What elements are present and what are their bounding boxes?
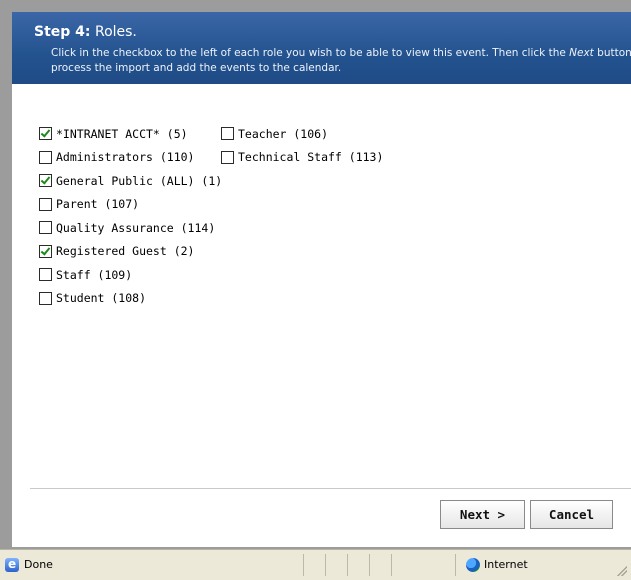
role-label: Student (108) (56, 291, 147, 306)
role-checkbox[interactable] (39, 150, 52, 164)
role-option[interactable]: Technical Staff (113) (221, 146, 383, 170)
role-checkbox[interactable] (39, 221, 52, 235)
role-label: Administrators (110) (56, 150, 195, 165)
step-description-text: Click in the checkbox to the left of eac… (51, 47, 570, 59)
role-option[interactable]: Parent (107) (39, 193, 222, 217)
role-label: Registered Guest (2) (56, 244, 195, 259)
role-checkbox[interactable] (39, 268, 52, 282)
role-checkbox[interactable] (39, 127, 52, 141)
step-name: Roles. (94, 24, 137, 40)
status-separator (391, 554, 392, 576)
status-separator (325, 554, 326, 576)
step-description: Click in the checkbox to the left of eac… (51, 46, 631, 76)
role-option[interactable]: *INTRANET ACCT* (5) (39, 122, 222, 146)
role-label: Parent (107) (56, 197, 140, 212)
role-checkbox[interactable] (39, 291, 52, 305)
ie-page-icon (5, 557, 19, 572)
roles-column-1: *INTRANET ACCT* (5) Administrators (110) G… (39, 122, 222, 310)
step-description-next: Next (569, 47, 594, 59)
status-separator (303, 554, 304, 576)
import-dialog: Step 4: Roles. Click in the checkbox to … (12, 12, 631, 547)
role-checkbox[interactable] (39, 197, 52, 211)
resize-grip-icon[interactable] (617, 566, 627, 576)
role-option[interactable]: General Public (ALL) (1) (39, 169, 222, 193)
status-separator (369, 554, 370, 576)
role-option[interactable]: Teacher (106) (221, 122, 383, 146)
internet-globe-icon (466, 558, 480, 572)
role-label: Staff (109) (56, 267, 133, 282)
status-separator (455, 554, 456, 576)
browser-status-bar: Done Internet (0, 549, 631, 580)
role-checkbox[interactable] (221, 127, 234, 141)
status-separator (347, 554, 348, 576)
role-label: *INTRANET ACCT* (5) (56, 126, 188, 141)
cancel-button[interactable]: Cancel (530, 500, 613, 529)
status-text: Done (24, 558, 53, 571)
role-option[interactable]: Administrators (110) (39, 146, 222, 170)
role-checkbox[interactable] (39, 174, 52, 188)
step-header: Step 4: Roles. Click in the checkbox to … (12, 12, 631, 84)
role-option[interactable]: Registered Guest (2) (39, 240, 222, 264)
footer-divider (30, 488, 631, 489)
role-checkbox[interactable] (39, 244, 52, 258)
role-label: General Public (ALL) (1) (56, 173, 223, 188)
step-number: Step 4: (34, 24, 91, 40)
role-label: Teacher (106) (238, 126, 329, 141)
role-option[interactable]: Staff (109) (39, 263, 222, 287)
role-label: Technical Staff (113) (238, 150, 384, 165)
role-option[interactable]: Student (108) (39, 287, 222, 311)
role-option[interactable]: Quality Assurance (114) (39, 216, 222, 240)
role-checkbox[interactable] (221, 150, 234, 164)
role-label: Quality Assurance (114) (56, 220, 216, 235)
step-title: Step 4: Roles. (34, 24, 137, 40)
next-button[interactable]: Next > (440, 500, 525, 529)
security-zone-label: Internet (484, 558, 528, 571)
roles-column-2: Teacher (106) Technical Staff (113) (221, 122, 383, 169)
